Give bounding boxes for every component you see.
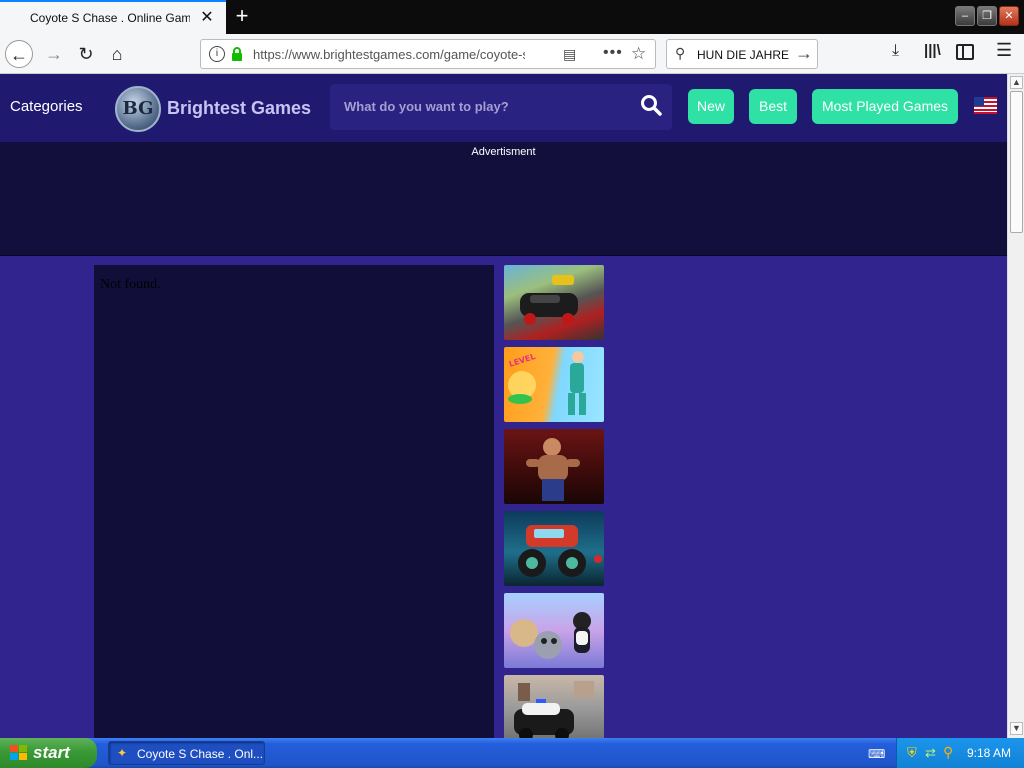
- site-header: Categories BG Brightest Games What do yo…: [0, 74, 1007, 142]
- system-tray: ⛨ ⇄ ⚲ 9:18 AM: [896, 738, 1024, 768]
- monster-truck-image: [518, 525, 602, 577]
- bookmark-star-icon[interactable]: ☆: [631, 44, 646, 64]
- network-icon[interactable]: ⇄: [925, 745, 936, 761]
- sidebar-icon[interactable]: [956, 44, 974, 60]
- page-actions-icon[interactable]: •••: [603, 44, 623, 62]
- url-text[interactable]: https://www.brightestgames.com/game/coyo…: [253, 47, 525, 62]
- windows-taskbar: start ✦ Coyote S Chase . Onl... ⌨ ⛨ ⇄ ⚲ …: [0, 738, 1024, 768]
- reader-view-icon[interactable]: ▤: [563, 46, 576, 63]
- taskbar-window-label: Coyote S Chase . Onl...: [137, 747, 264, 761]
- new-games-button[interactable]: New: [688, 89, 734, 124]
- search-tray-icon[interactable]: ⚲: [943, 744, 953, 761]
- hamburger-menu-icon[interactable]: ☰: [996, 40, 1012, 61]
- search-go-arrow-icon[interactable]: →: [795, 43, 813, 64]
- advertisement-area: Advertisment: [0, 142, 1007, 256]
- forward-arrow-icon[interactable]: →: [40, 40, 68, 68]
- search-icon[interactable]: [640, 94, 662, 116]
- download-icon[interactable]: ⤓: [892, 42, 899, 60]
- scrollbar-thumb[interactable]: [1010, 91, 1023, 233]
- game-thumbnail[interactable]: [504, 265, 604, 340]
- game-thumbnail[interactable]: [504, 593, 604, 668]
- window-close-button[interactable]: ✕: [999, 6, 1019, 26]
- keyboard-icon[interactable]: ⌨: [868, 747, 885, 761]
- home-icon[interactable]: ⌂: [103, 40, 131, 68]
- start-button[interactable]: start: [0, 738, 97, 768]
- library-icon[interactable]: |||\: [924, 42, 941, 59]
- puppy-characters-image: [510, 612, 591, 659]
- site-search-input[interactable]: What do you want to play?: [330, 84, 672, 130]
- site-search-placeholder: What do you want to play?: [344, 99, 509, 114]
- game-thumbnail[interactable]: [504, 429, 604, 504]
- web-page: Categories BG Brightest Games What do yo…: [0, 74, 1007, 738]
- advertisement-label: Advertisment: [471, 146, 536, 158]
- game-thumbnail[interactable]: [504, 675, 604, 738]
- url-bar[interactable]: i https://www.brightestgames.com/game/co…: [200, 39, 656, 69]
- reload-icon[interactable]: ↻: [72, 40, 100, 68]
- clock: 9:18 AM: [967, 746, 1012, 760]
- tab-title: Coyote S Chase . Online Games . Brightes…: [30, 11, 190, 25]
- security-shield-icon[interactable]: ⛨: [907, 745, 917, 761]
- site-logo-text[interactable]: Brightest Games: [167, 98, 311, 119]
- svg-text:LEVEL: LEVEL: [508, 352, 537, 369]
- taskbar-browser-window[interactable]: ✦ Coyote S Chase . Onl...: [108, 741, 265, 765]
- browser-tab[interactable]: Coyote S Chase . Online Games . Brightes…: [0, 0, 226, 34]
- new-tab-button[interactable]: +: [230, 4, 254, 28]
- window-minimize-button[interactable]: –: [955, 6, 975, 26]
- scroll-down-arrow-icon[interactable]: ▼: [1010, 722, 1023, 735]
- lock-icon: [232, 47, 242, 61]
- search-box-value[interactable]: HUN DIE JAHRE: [697, 48, 789, 62]
- browser-app-icon: ✦: [117, 746, 128, 760]
- categories-menu[interactable]: Categories: [10, 98, 83, 115]
- best-games-button[interactable]: Best: [749, 89, 797, 124]
- browser-search-box[interactable]: ⚲ HUN DIE JAHRE →: [666, 39, 818, 69]
- start-label: start: [33, 743, 70, 762]
- search-icon: ⚲: [675, 45, 686, 61]
- tab-close-icon[interactable]: ✕: [198, 9, 216, 27]
- scroll-up-arrow-icon[interactable]: ▲: [1010, 76, 1023, 89]
- most-played-games-button[interactable]: Most Played Games: [812, 89, 958, 124]
- car-racing-image: [520, 275, 578, 325]
- window-maximize-button[interactable]: ❐: [977, 6, 997, 26]
- game-frame[interactable]: Not found.: [94, 265, 494, 738]
- game-not-found-message: Not found.: [100, 277, 161, 292]
- police-car-image: [514, 681, 594, 738]
- fighter-image: [526, 438, 580, 501]
- browser-tab-bar: Coyote S Chase . Online Games . Brightes…: [0, 0, 1024, 34]
- site-logo-icon[interactable]: BG: [115, 86, 161, 132]
- page-scrollbar[interactable]: ▲ ▼: [1007, 74, 1024, 738]
- game-thumbnail[interactable]: LEVEL: [504, 347, 604, 422]
- browser-nav-bar: ← → ↻ ⌂ i https://www.brightestgames.com…: [0, 34, 1024, 74]
- game-thumbnail[interactable]: [504, 511, 604, 586]
- level-completed-image: LEVEL: [508, 351, 586, 415]
- windows-logo-icon: [10, 745, 27, 760]
- us-flag-icon[interactable]: [974, 97, 997, 114]
- back-arrow-icon[interactable]: ←: [5, 40, 33, 68]
- info-icon[interactable]: i: [209, 46, 225, 62]
